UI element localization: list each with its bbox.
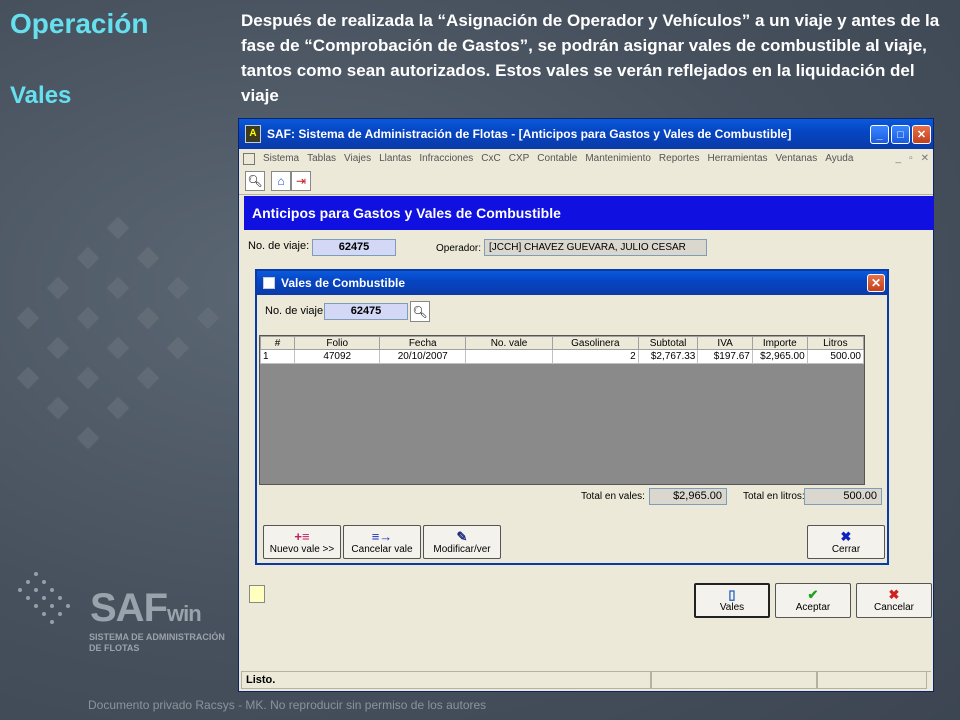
total-litros-field: 500.00 bbox=[804, 488, 882, 505]
total-vales-field: $2,965.00 bbox=[649, 488, 727, 505]
slide-description: Después de realizada la “Asignación de O… bbox=[241, 11, 940, 105]
dialog-viaje-label: No. de viaje: bbox=[265, 305, 327, 317]
cell-importe: $2,965.00 bbox=[751, 349, 808, 364]
grid-header-row: # Folio Fecha No. vale Gasolinera Subtot… bbox=[259, 336, 865, 350]
total-vales-label: Total en vales: bbox=[581, 491, 645, 502]
slide-subtitle: Vales bbox=[10, 82, 72, 109]
total-litros-label: Total en litros: bbox=[743, 491, 805, 502]
cancel-x-icon: ✖ bbox=[888, 587, 900, 602]
menu-cxc[interactable]: CxC bbox=[477, 153, 504, 164]
cancelar-button[interactable]: ✖ Cancelar bbox=[856, 583, 932, 618]
add-item-icon: +≡ bbox=[294, 528, 310, 544]
viaje-field[interactable]: 62475 bbox=[312, 239, 396, 256]
cell-novale bbox=[465, 349, 553, 364]
window-titlebar[interactable]: A SAF: Sistema de Administración de Flot… bbox=[239, 119, 933, 149]
operador-field[interactable]: [JCCH] CHAVEZ GUEVARA, JULIO CESAR bbox=[484, 239, 707, 256]
modificar-ver-button[interactable]: ✎ Modificar/ver bbox=[423, 525, 501, 559]
menu-infracciones[interactable]: Infracciones bbox=[415, 153, 477, 164]
home-icon[interactable]: ⌂ bbox=[271, 171, 291, 191]
cerrar-button[interactable]: ✖ Cerrar bbox=[807, 525, 885, 559]
vales-dialog: Vales de Combustible ✕ No. de viaje: 624… bbox=[255, 269, 889, 565]
col-novale[interactable]: No. vale bbox=[465, 336, 553, 350]
nuevo-vale-button[interactable]: +≡ Nuevo vale >> bbox=[263, 525, 341, 559]
toolbar: 🔍︎ ⌂ ⇥ bbox=[239, 168, 933, 195]
close-button[interactable]: ✕ bbox=[912, 124, 931, 144]
remove-item-icon: ≡→ bbox=[371, 528, 393, 544]
maximize-button[interactable]: □ bbox=[891, 124, 910, 144]
phone-icon: ▯ bbox=[728, 587, 736, 602]
document-icon[interactable] bbox=[243, 152, 255, 165]
saf-logo: SAFwin bbox=[90, 586, 202, 630]
minimize-button[interactable]: _ bbox=[870, 124, 889, 144]
col-gasolinera[interactable]: Gasolinera bbox=[551, 336, 639, 350]
menu-cxp[interactable]: CXP bbox=[505, 153, 534, 164]
dialog-title: Vales de Combustible bbox=[281, 276, 406, 290]
close-x-icon: ✖ bbox=[840, 528, 852, 544]
menu-sistema[interactable]: Sistema bbox=[259, 153, 303, 164]
col-importe[interactable]: Importe bbox=[751, 336, 808, 350]
menu-llantas[interactable]: Llantas bbox=[375, 153, 415, 164]
vales-button[interactable]: ▯ Vales bbox=[694, 583, 770, 618]
menu-ayuda[interactable]: Ayuda bbox=[821, 153, 857, 164]
status-panel-3 bbox=[817, 672, 927, 689]
status-panel-2 bbox=[651, 672, 817, 689]
mdi-close-icon[interactable]: ✕ bbox=[921, 153, 929, 164]
menu-reportes[interactable]: Reportes bbox=[655, 153, 704, 164]
aceptar-button[interactable]: ✔ Aceptar bbox=[775, 583, 851, 618]
dialog-icon bbox=[263, 277, 275, 289]
exit-icon[interactable]: ⇥ bbox=[291, 171, 311, 191]
cell-num: 1 bbox=[259, 349, 296, 364]
dialog-search-icon[interactable]: 🔍︎ bbox=[410, 301, 430, 322]
cell-subtotal: $2,767.33 bbox=[637, 349, 699, 364]
check-icon: ✔ bbox=[807, 587, 819, 602]
menu-tablas[interactable]: Tablas bbox=[303, 153, 340, 164]
mdi-minimize-icon[interactable]: _ bbox=[896, 153, 902, 164]
cell-folio: 47092 bbox=[294, 349, 381, 364]
edit-icon: ✎ bbox=[456, 528, 468, 544]
menu-viajes[interactable]: Viajes bbox=[340, 153, 375, 164]
col-num[interactable]: # bbox=[259, 336, 296, 350]
new-document-icon[interactable] bbox=[249, 585, 265, 603]
cell-gasolinera: 2 bbox=[551, 349, 639, 364]
page-header: Anticipos para Gastos y Vales de Combust… bbox=[244, 196, 934, 230]
dialog-close-button[interactable]: ✕ bbox=[867, 274, 885, 292]
operador-label: Operador: bbox=[436, 243, 482, 254]
col-subtotal[interactable]: Subtotal bbox=[637, 336, 699, 350]
menu-contable[interactable]: Contable bbox=[533, 153, 581, 164]
cancelar-vale-button[interactable]: ≡→ Cancelar vale bbox=[343, 525, 421, 559]
window-title: SAF: Sistema de Administración de Flotas… bbox=[267, 127, 792, 141]
slide-title: Operación bbox=[10, 8, 149, 39]
col-folio[interactable]: Folio bbox=[294, 336, 381, 350]
status-bar: Listo. bbox=[241, 671, 931, 690]
cell-iva: $197.67 bbox=[697, 349, 753, 364]
col-iva[interactable]: IVA bbox=[697, 336, 753, 350]
search-icon[interactable]: 🔍︎ bbox=[245, 171, 265, 191]
cell-litros: 500.00 bbox=[806, 349, 865, 364]
menubar: Sistema Tablas Viajes Llantas Infraccion… bbox=[239, 149, 933, 168]
slide-footer: Documento privado Racsys - MK. No reprod… bbox=[88, 698, 487, 712]
main-window: A SAF: Sistema de Administración de Flot… bbox=[238, 118, 934, 692]
dialog-titlebar[interactable]: Vales de Combustible ✕ bbox=[257, 271, 887, 295]
col-fecha[interactable]: Fecha bbox=[379, 336, 467, 350]
viaje-label: No. de viaje: bbox=[248, 240, 310, 252]
mdi-restore-icon[interactable]: ▫ bbox=[909, 153, 913, 164]
dialog-viaje-field[interactable]: 62475 bbox=[324, 303, 408, 320]
app-icon: A bbox=[245, 125, 261, 143]
vales-grid[interactable]: # Folio Fecha No. vale Gasolinera Subtot… bbox=[259, 335, 865, 485]
col-litros[interactable]: Litros bbox=[806, 336, 865, 350]
table-row[interactable]: 1 47092 20/10/2007 2 $2,767.33 $197.67 $… bbox=[259, 349, 865, 364]
menu-ventanas[interactable]: Ventanas bbox=[772, 153, 822, 164]
menu-herramientas[interactable]: Herramientas bbox=[703, 153, 771, 164]
menu-mantenimiento[interactable]: Mantenimiento bbox=[581, 153, 655, 164]
cell-fecha: 20/10/2007 bbox=[379, 349, 467, 364]
saf-logo-subtitle: SISTEMA DE ADMINISTRACIÓN DE FLOTAS bbox=[89, 632, 225, 653]
status-text: Listo. bbox=[241, 672, 651, 689]
